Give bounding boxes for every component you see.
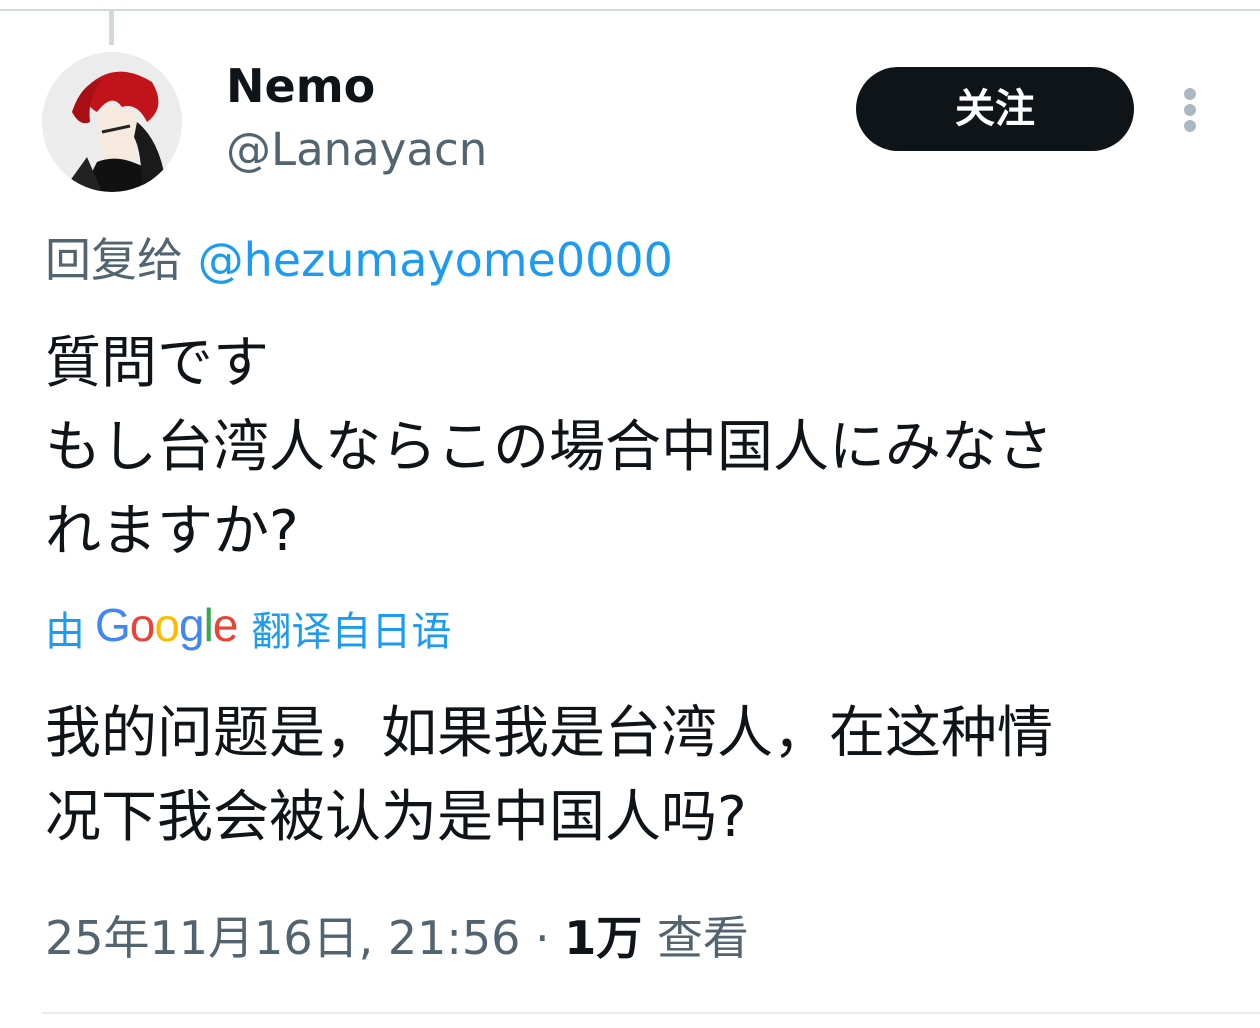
avatar-red-haired-anime-character-icon: [42, 52, 182, 192]
vertical-ellipsis-icon: [1184, 88, 1196, 100]
bottom-divider: [42, 1012, 1260, 1014]
translated-line: 我的问题是，如果我是台湾人，在这种情: [45, 701, 1053, 766]
tweet-body: 質問です もし台湾人ならこの場合中国人にみなさ れますか?: [45, 322, 1225, 574]
more-options-button[interactable]: [1170, 82, 1210, 138]
views-count: 1万: [564, 911, 643, 965]
translation-suffix: 翻译自日语: [251, 609, 452, 655]
tweet-line: れますか?: [45, 499, 299, 564]
translated-line: 况下我会被认为是中国人吗?: [45, 785, 747, 850]
tweet-metadata: 25年11月16日, 21:56 · 1万 查看: [45, 906, 749, 970]
views-label: 查看: [642, 911, 749, 965]
author-display-name[interactable]: Nemo: [226, 56, 375, 116]
vertical-ellipsis-icon: [1184, 120, 1196, 132]
follow-button[interactable]: 关注: [856, 67, 1134, 151]
meta-separator: ·: [520, 911, 565, 965]
reply-to-handle-link[interactable]: @hezumayome0000: [198, 233, 673, 287]
translated-tweet-body: 我的问题是，如果我是台湾人，在这种情 况下我会被认为是中国人吗?: [45, 692, 1225, 860]
avatar[interactable]: [42, 52, 182, 192]
tweet-line: もし台湾人ならこの場合中国人にみなさ: [45, 415, 1053, 480]
thread-connector-line: [109, 11, 114, 45]
reply-prefix: 回复给: [45, 233, 198, 287]
reply-context: 回复给 @hezumayome0000: [45, 228, 673, 292]
tweet-line: 質問です: [45, 331, 269, 396]
top-divider: [0, 9, 1260, 11]
author-handle[interactable]: @Lanayacn: [226, 120, 487, 180]
google-logo: Google: [95, 599, 238, 651]
translation-prefix: 由: [45, 609, 85, 655]
vertical-ellipsis-icon: [1184, 104, 1196, 116]
timestamp-link[interactable]: 25年11月16日, 21:56: [45, 911, 520, 965]
translation-attribution-link[interactable]: 由 Google 翻译自日语: [45, 598, 451, 658]
